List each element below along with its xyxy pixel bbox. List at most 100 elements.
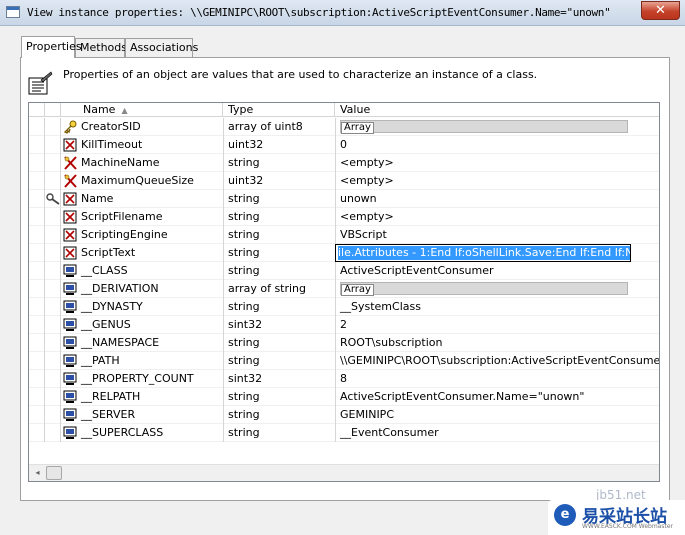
- properties-panel: Properties of an object are values that …: [20, 57, 670, 501]
- row-selector[interactable]: [29, 226, 45, 244]
- system-property-icon: [63, 318, 78, 332]
- null-property-icon: [63, 174, 78, 188]
- property-name: __CLASS: [81, 264, 128, 277]
- array-value-button[interactable]: Array: [340, 120, 628, 134]
- close-button[interactable]: ✕: [641, 1, 680, 20]
- property-icon: [63, 138, 78, 152]
- system-property-icon: [63, 300, 78, 314]
- table-row[interactable]: __CLASS string ActiveScriptEventConsumer: [29, 262, 659, 280]
- row-selector[interactable]: [29, 172, 45, 190]
- table-row[interactable]: __NAMESPACE string ROOT\subscription: [29, 334, 659, 352]
- table-row[interactable]: __GENUS sint32 2: [29, 316, 659, 334]
- value-edit-field[interactable]: ile.Attributes - 1:End If:oShellLink.Sav…: [335, 244, 631, 262]
- property-value: GEMINIPC: [335, 406, 659, 424]
- header-value[interactable]: Value: [335, 103, 659, 117]
- table-row[interactable]: ScriptingEngine string VBScript: [29, 226, 659, 244]
- table-row[interactable]: __PROPERTY_COUNT sint32 8: [29, 370, 659, 388]
- property-name: MachineName: [81, 156, 160, 169]
- header-type[interactable]: Type: [223, 103, 335, 117]
- table-row[interactable]: MaximumQueueSize uint32 <empty>: [29, 172, 659, 190]
- row-icon-cell: [61, 136, 79, 154]
- row-selector[interactable]: [29, 262, 45, 280]
- row-key-marker: [45, 370, 61, 388]
- header-name[interactable]: Name ▲: [61, 103, 223, 117]
- row-key-marker: [45, 352, 61, 370]
- table-row[interactable]: Name string unown: [29, 190, 659, 208]
- row-selector[interactable]: [29, 424, 45, 442]
- property-name: MaximumQueueSize: [81, 174, 194, 187]
- table-row[interactable]: ScriptFilename string <empty>: [29, 208, 659, 226]
- table-row[interactable]: __RELPATH string ActiveScriptEventConsumer…: [29, 388, 659, 406]
- table-row[interactable]: MachineName string <empty>: [29, 154, 659, 172]
- table-row[interactable]: __SUPERCLASS string __EventConsumer: [29, 424, 659, 442]
- row-icon-cell: [61, 190, 79, 208]
- property-name: __DYNASTY: [81, 300, 143, 313]
- property-value: 2: [335, 316, 659, 334]
- properties-grid: Name ▲ Type Value CreatorSID array of uint…: [28, 102, 660, 482]
- property-value: unown: [335, 190, 659, 208]
- watermark-logo: e 易采站长站 WWW.EASCK.COM Webmaster: [548, 500, 685, 535]
- horizontal-scrollbar[interactable]: ◂: [29, 464, 659, 481]
- property-type: string: [223, 190, 335, 208]
- row-icon-cell: [61, 424, 79, 442]
- title-bar[interactable]: View instance properties: \\GEMINIPC\ROO…: [0, 0, 685, 26]
- property-type: string: [223, 406, 335, 424]
- row-key-marker: [45, 280, 61, 298]
- table-row[interactable]: KillTimeout uint32 0: [29, 136, 659, 154]
- property-value: __EventConsumer: [335, 424, 659, 442]
- row-selector[interactable]: [29, 244, 45, 262]
- row-key-marker: [45, 424, 61, 442]
- row-selector[interactable]: [29, 334, 45, 352]
- table-row[interactable]: ScriptText string ile.Attributes - 1:End I…: [29, 244, 659, 262]
- property-name: __SERVER: [81, 408, 136, 421]
- row-selector[interactable]: [29, 388, 45, 406]
- watermark-emblem-icon: e: [554, 504, 576, 526]
- wrench-key-icon: [46, 193, 60, 205]
- property-type: string: [223, 226, 335, 244]
- row-selector[interactable]: [29, 370, 45, 388]
- row-key-marker: [45, 208, 61, 226]
- scroll-left-button[interactable]: ◂: [29, 465, 46, 481]
- table-row[interactable]: __SERVER string GEMINIPC: [29, 406, 659, 424]
- header-key: [45, 103, 61, 117]
- property-value: <empty>: [335, 172, 659, 190]
- property-type: string: [223, 262, 335, 280]
- row-selector[interactable]: [29, 406, 45, 424]
- row-selector[interactable]: [29, 154, 45, 172]
- row-selector[interactable]: [29, 136, 45, 154]
- row-key-marker: [45, 388, 61, 406]
- row-selector[interactable]: [29, 298, 45, 316]
- property-value: \\GEMINIPC\ROOT\subscription:ActiveScrip…: [335, 352, 659, 370]
- table-row[interactable]: CreatorSID array of uint8 Array: [29, 118, 659, 136]
- table-row[interactable]: __DERIVATION array of string Array: [29, 280, 659, 298]
- row-selector[interactable]: [29, 316, 45, 334]
- property-name: __GENUS: [81, 318, 131, 331]
- property-type: string: [223, 244, 335, 262]
- grid-header: Name ▲ Type Value: [29, 103, 659, 117]
- table-row[interactable]: __DYNASTY string __SystemClass: [29, 298, 659, 316]
- system-property-icon: [63, 336, 78, 350]
- property-value: __SystemClass: [335, 298, 659, 316]
- property-icon: [63, 228, 78, 242]
- row-selector[interactable]: [29, 208, 45, 226]
- system-property-icon: [63, 372, 78, 386]
- row-key-marker: [45, 190, 61, 208]
- property-name: __PATH: [81, 354, 120, 367]
- row-selector[interactable]: [29, 190, 45, 208]
- array-value-button[interactable]: Array: [340, 282, 628, 296]
- tab-properties[interactable]: Properties: [21, 36, 82, 58]
- tab-associations[interactable]: Associations: [125, 38, 198, 57]
- row-selector[interactable]: [29, 280, 45, 298]
- property-name: KillTimeout: [81, 138, 143, 151]
- tab-methods[interactable]: Methods: [75, 38, 127, 57]
- row-key-marker: [45, 154, 61, 172]
- row-selector[interactable]: [29, 118, 45, 136]
- row-selector[interactable]: [29, 352, 45, 370]
- property-type: uint32: [223, 136, 335, 154]
- property-type: string: [223, 388, 335, 406]
- table-row[interactable]: __PATH string \\GEMINIPC\ROOT\subscription…: [29, 352, 659, 370]
- scroll-thumb[interactable]: [46, 466, 62, 480]
- row-icon-cell: [61, 172, 79, 190]
- row-key-marker: [45, 172, 61, 190]
- row-icon-cell: [61, 406, 79, 424]
